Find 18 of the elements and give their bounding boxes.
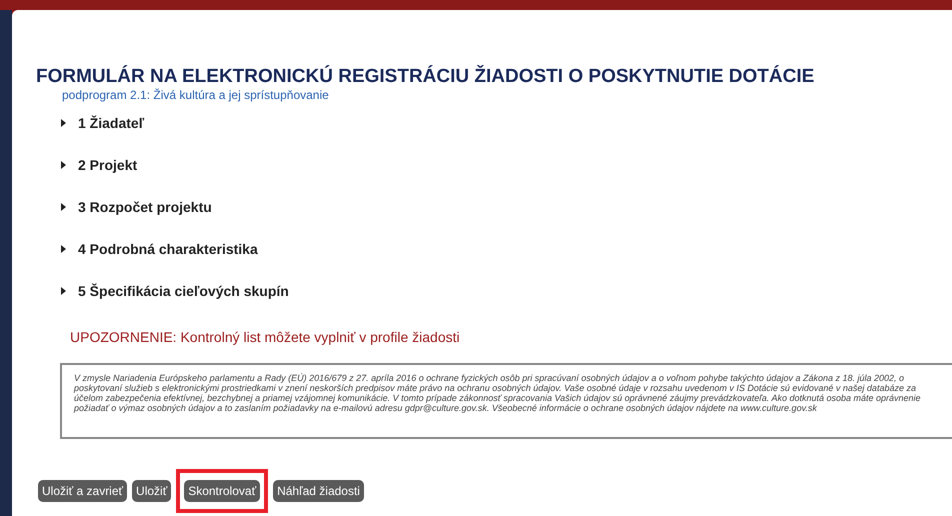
caret-right-icon [60,245,66,253]
privacy-notice: V zmysle Nariadenia Európskeho parlamentu a Rady (EÚ) 2016/679 z 27. apríla 2016 o ochrane fyzických osôb pri spracúvaní osobných údajov a o voľnom pohybe takýchto údajov a Zákona z 18. júla 2002, o poskytovaní služieb s elektronickými prostriedkami v znení neskorších predpisov máte právo na ochranu osobných údajov. Vaše osobné údaje v rozsahu uvedenom v IS Dotácie sú evidované v našej databáze za účelom zabezpečenia efektívnej, bezchybnej a priamej vzájomnej komunikácie. V tomto prípade zákonnosť spracovania Vašich údajov sú oprávnené záujmy prevádzkovateľa. Ako dotknutá osoba máte oprávnenie požiadať o výmaz osobných údajov a to zaslaním požiadavky na e-mailovú adresu gdpr@culture.gov.sk. Všeobecné informácie o ochrane osobných údajov nájdete na www.culture.gov.sk [60,363,952,439]
section-toggle[interactable]: 2 Projekt [60,154,952,176]
caret-right-icon [60,287,66,295]
caret-right-icon [60,161,66,169]
warning-text: UPOZORNENIE: Kontrolný list môžete vyplniť v profile žiadosti [70,328,461,347]
action-button[interactable]: Uložiť [132,480,172,502]
section-toggle[interactable]: 3 Rozpočet projektu [60,196,952,218]
action-button[interactable]: Náhľad žiadosti [273,480,364,502]
section-toggle[interactable]: 1 Žiadateľ [60,112,952,134]
subtitle: podprogram 2.1: Živá kultúra a jej sprístupňovanie [62,88,330,102]
form-title: FORMULÁR NA ELEKTRONICKÚ REGISTRÁCIU ŽIADOSTI O POSKYTNUTIE DOTÁCIE [36,66,816,88]
section-toggle[interactable]: 5 Špecifikácia cieľových skupín [60,280,952,302]
section-toggle[interactable]: 4 Podrobná charakteristika [60,238,952,260]
caret-right-icon [60,119,66,127]
action-button[interactable]: Skontrolovať [184,480,260,502]
caret-right-icon [60,203,66,211]
action-button[interactable]: Uložiť a zavrieť [38,480,128,502]
